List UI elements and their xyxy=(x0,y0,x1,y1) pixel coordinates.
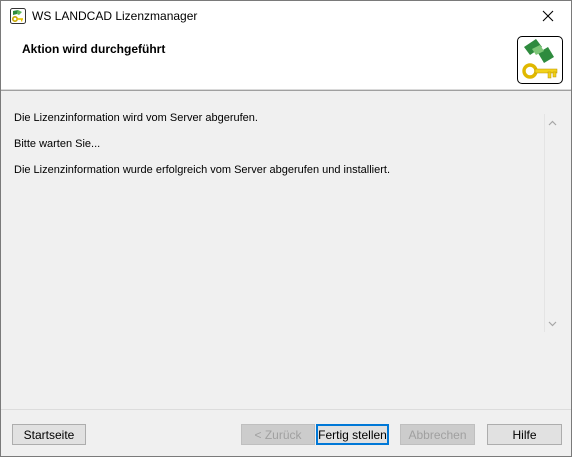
finish-button[interactable]: Fertig stellen xyxy=(316,424,389,445)
vertical-scrollbar[interactable] xyxy=(544,114,562,332)
log-line: Die Lizenzinformation wurde erfolgreich … xyxy=(14,164,391,176)
landcad-key-logo xyxy=(517,36,563,84)
title-bar: WS LANDCAD Lizenzmanager xyxy=(1,1,571,31)
wizard-header: Aktion wird durchgeführt xyxy=(1,31,571,90)
scroll-down-button[interactable] xyxy=(544,315,561,332)
footer-separator xyxy=(1,409,571,410)
close-icon xyxy=(542,10,554,22)
window-title: WS LANDCAD Lizenzmanager xyxy=(32,9,198,23)
back-button[interactable]: < Zurück xyxy=(241,424,315,445)
log-line: Bitte warten Sie... xyxy=(14,138,101,150)
scroll-up-button[interactable] xyxy=(544,114,561,131)
chevron-up-icon xyxy=(548,120,557,125)
header-separator xyxy=(1,90,571,91)
scroll-track[interactable] xyxy=(544,114,562,332)
cancel-button[interactable]: Abbrechen xyxy=(400,424,475,445)
chevron-down-icon xyxy=(548,321,557,326)
help-button[interactable]: Hilfe xyxy=(487,424,562,445)
page-title: Aktion wird durchgeführt xyxy=(22,42,166,56)
license-manager-window: WS LANDCAD Lizenzmanager Aktion wird dur… xyxy=(0,0,572,457)
app-icon xyxy=(10,8,26,24)
start-page-button[interactable]: Startseite xyxy=(12,424,86,445)
log-panel: Die Lizenzinformation wird vom Server ab… xyxy=(1,92,571,407)
log-line: Die Lizenzinformation wird vom Server ab… xyxy=(14,112,258,124)
close-button[interactable] xyxy=(525,1,571,31)
